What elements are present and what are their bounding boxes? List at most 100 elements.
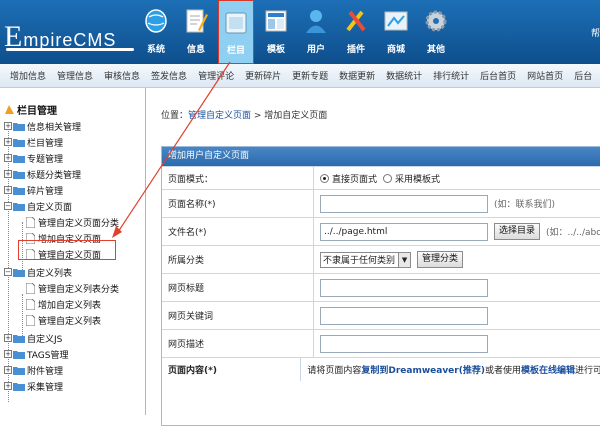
page-icon bbox=[26, 314, 35, 326]
copy-to-dreamweaver-link[interactable]: 复制到Dreamweaver(推荐) bbox=[361, 363, 485, 376]
subnav-data-update[interactable]: 数据更新 bbox=[339, 69, 375, 82]
content-note: 请将页面内容 复制到Dreamweaver(推荐) 或者使用 模板在线编辑 进行可 bbox=[301, 358, 600, 381]
subnav-update-fragments[interactable]: 更新碎片 bbox=[245, 69, 281, 82]
folder-icon bbox=[13, 334, 25, 343]
tree-root-icon bbox=[5, 105, 14, 114]
folder-icon bbox=[13, 382, 25, 391]
subnav-site-home[interactable]: 网站首页 bbox=[527, 69, 563, 82]
sidebar-tree: 栏目管理 + 信息相关管理 + 栏目管理 + 专题管理 + 标题分类管理 + 碎… bbox=[0, 88, 146, 415]
folder-icon bbox=[13, 154, 25, 163]
expand-icon[interactable]: + bbox=[4, 366, 12, 374]
topnav-column[interactable]: 栏目 bbox=[218, 0, 254, 64]
category-select[interactable]: 不隶属于任何类别 ▼ bbox=[320, 251, 412, 268]
highlight-box bbox=[18, 240, 116, 260]
template-icon bbox=[265, 10, 287, 32]
tree-item-columns[interactable]: + 栏目管理 bbox=[4, 134, 63, 150]
add-page-form: 增加用户自定义页面 页面模式： 直接页面式 采用模板式 页面名称(*) (如：联… bbox=[161, 146, 600, 426]
expand-icon[interactable]: + bbox=[4, 350, 12, 358]
sub-nav: 增加信息 管理信息 审核信息 签发信息 管理评论 更新碎片 更新专题 数据更新 … bbox=[0, 64, 600, 88]
expand-icon[interactable]: + bbox=[4, 186, 12, 194]
tree-item-title-categories[interactable]: + 标题分类管理 bbox=[4, 166, 81, 182]
expand-icon[interactable]: + bbox=[4, 154, 12, 162]
seo-title-input[interactable] bbox=[320, 278, 488, 297]
manage-categories-button[interactable]: 管理分类 bbox=[417, 251, 464, 268]
tree-item-collection[interactable]: + 采集管理 bbox=[4, 378, 63, 394]
globe-icon bbox=[145, 9, 167, 33]
expand-icon[interactable]: + bbox=[4, 382, 12, 390]
radio-direct-page[interactable] bbox=[320, 173, 329, 183]
topnav-info[interactable]: 信息 bbox=[178, 0, 214, 64]
tree-item-topics[interactable]: + 专题管理 bbox=[4, 150, 63, 166]
folder-icon bbox=[13, 122, 25, 131]
subnav-manage-info[interactable]: 管理信息 bbox=[57, 69, 93, 82]
radio-template-mode[interactable] bbox=[383, 173, 393, 183]
shop-icon bbox=[384, 11, 408, 31]
choose-directory-button[interactable]: 选择目录 bbox=[494, 223, 541, 240]
topnav-plugin[interactable]: 插件 bbox=[338, 0, 374, 64]
tree-item-tags[interactable]: + TAGS管理 bbox=[4, 346, 69, 362]
main-content: 位置：管理自定义页面 > 增加自定义页面 增加用户自定义页面 页面模式： 直接页… bbox=[147, 88, 600, 426]
tools-icon bbox=[346, 10, 366, 32]
page-icon bbox=[26, 216, 35, 228]
tree-item-manage-page-categories[interactable]: 管理自定义页面分类 bbox=[26, 214, 119, 230]
gear-icon bbox=[425, 10, 447, 32]
breadcrumb-link[interactable]: 管理自定义页面 bbox=[188, 111, 251, 121]
tree-item-fragments[interactable]: + 碎片管理 bbox=[4, 182, 63, 198]
top-header: EmpireCMS 系统 信息 栏目 模板 用户 插件 商城 其他 帮 bbox=[0, 0, 600, 64]
topnav-other[interactable]: 其他 bbox=[418, 0, 454, 64]
expand-icon[interactable]: + bbox=[4, 334, 12, 342]
topnav-user[interactable]: 用户 bbox=[298, 0, 334, 64]
tree-item-info-related[interactable]: + 信息相关管理 bbox=[4, 118, 81, 134]
file-name-input[interactable] bbox=[320, 222, 488, 241]
subnav-manage-comments[interactable]: 管理评论 bbox=[198, 69, 234, 82]
subnav-data-stats[interactable]: 数据统计 bbox=[386, 69, 422, 82]
tree-item-manage-custom-lists[interactable]: 管理自定义列表 bbox=[26, 312, 101, 328]
tree-item-add-custom-list[interactable]: 增加自定义列表 bbox=[26, 296, 101, 312]
tree-item-custom-lists[interactable]: − 自定义列表 bbox=[4, 264, 72, 280]
subnav-sign-info[interactable]: 签发信息 bbox=[151, 69, 187, 82]
topnav-shop[interactable]: 商城 bbox=[378, 0, 414, 64]
tree-root[interactable]: 栏目管理 bbox=[4, 102, 57, 117]
folder-open-icon bbox=[13, 202, 25, 211]
online-template-editor-link[interactable]: 模板在线编辑 bbox=[521, 363, 575, 376]
subnav-add-info[interactable]: 增加信息 bbox=[10, 69, 46, 82]
page-name-input[interactable] bbox=[320, 194, 488, 213]
row-file-name: 文件名(*) 选择目录 (如：../../abo bbox=[162, 217, 600, 245]
topnav-system[interactable]: 系统 bbox=[138, 0, 174, 64]
collapse-icon[interactable]: − bbox=[4, 268, 12, 276]
empirecms-logo[interactable]: EmpireCMS bbox=[4, 14, 136, 54]
folder-icon bbox=[13, 186, 25, 195]
subnav-review-info[interactable]: 审核信息 bbox=[104, 69, 140, 82]
row-page-content: 页面内容(*) 请将页面内容 复制到Dreamweaver(推荐) 或者使用 模板在线… bbox=[162, 357, 600, 381]
subnav-update-topics[interactable]: 更新专题 bbox=[292, 69, 328, 82]
user-icon bbox=[306, 10, 326, 33]
folder-open-icon bbox=[13, 268, 25, 277]
folder-icon bbox=[13, 138, 25, 147]
row-description: 网页描述 bbox=[162, 329, 600, 357]
tree-item-manage-list-categories[interactable]: 管理自定义列表分类 bbox=[26, 280, 119, 296]
subnav-admin-home[interactable]: 后台首页 bbox=[480, 69, 516, 82]
row-page-name: 页面名称(*) (如：联系我们) bbox=[162, 189, 600, 217]
form-title: 增加用户自定义页面 bbox=[162, 147, 600, 166]
subnav-admin-more[interactable]: 后台 bbox=[574, 69, 592, 82]
chevron-down-icon: ▼ bbox=[398, 252, 411, 267]
expand-icon[interactable]: + bbox=[4, 170, 12, 178]
top-nav: 系统 信息 栏目 模板 用户 插件 商城 其他 bbox=[138, 0, 458, 64]
keywords-input[interactable] bbox=[320, 306, 488, 325]
topnav-template[interactable]: 模板 bbox=[258, 0, 294, 64]
tree-item-attachments[interactable]: + 附件管理 bbox=[4, 362, 63, 378]
logo-swoosh bbox=[6, 48, 134, 51]
page-icon bbox=[26, 298, 35, 310]
help-link[interactable]: 帮 bbox=[591, 26, 600, 39]
tree-item-custom-pages[interactable]: − 自定义页面 bbox=[4, 198, 72, 214]
folder-icon bbox=[13, 170, 25, 179]
folder-icon bbox=[13, 366, 25, 375]
description-input[interactable] bbox=[320, 334, 488, 353]
row-seo-title: 网页标题 bbox=[162, 273, 600, 301]
tree-item-custom-js[interactable]: + 自定义JS bbox=[4, 330, 62, 346]
expand-icon[interactable]: + bbox=[4, 138, 12, 146]
expand-icon[interactable]: + bbox=[4, 122, 12, 130]
subnav-ranking-stats[interactable]: 排行统计 bbox=[433, 69, 469, 82]
collapse-icon[interactable]: − bbox=[4, 202, 12, 210]
folder-icon bbox=[225, 12, 247, 34]
